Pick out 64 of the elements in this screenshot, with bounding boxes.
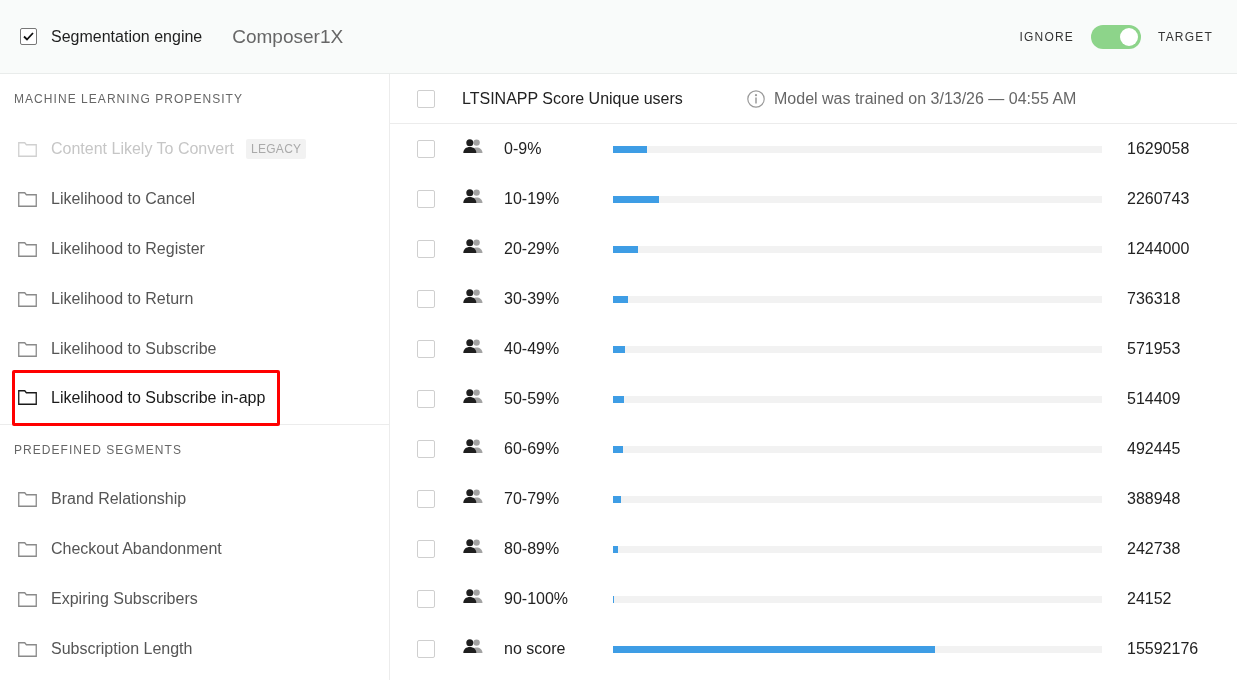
users-icon	[463, 289, 483, 303]
users-icon	[463, 589, 483, 603]
score-range: 70-79%	[504, 490, 561, 508]
engine-label: Segmentation engine	[51, 27, 203, 46]
folder-icon	[18, 191, 37, 207]
score-range: 0-9%	[504, 140, 543, 158]
users-icon	[463, 189, 483, 203]
legacy-tag: LEGACY	[245, 139, 307, 159]
info-icon	[747, 89, 765, 108]
folder-icon	[18, 491, 37, 507]
table-title: LTSINAPP Score Unique users	[462, 89, 684, 108]
target-label: TARGET	[1158, 29, 1213, 44]
model-note: Model was trained on 3/13/26 — 04:55 AM	[774, 89, 1077, 108]
score-range: 30-39%	[504, 290, 561, 308]
score-range: 60-69%	[504, 440, 561, 458]
folder-icon	[18, 390, 37, 405]
score-range: no score	[504, 640, 567, 658]
checkbox[interactable]	[20, 28, 37, 45]
user-count: 1629058	[1127, 140, 1190, 158]
sidebar-item[interactable]: Checkout Abandonment	[12, 524, 237, 574]
sidebar-item[interactable]: Expiring Subscribers	[12, 574, 213, 624]
user-count: 514409	[1127, 390, 1181, 408]
users-icon	[463, 339, 483, 353]
user-count: 242738	[1127, 540, 1181, 558]
ignore-label: IGNORE	[1019, 29, 1074, 44]
section-heading: MACHINE LEARNING PROPENSITY	[13, 91, 245, 108]
score-range: 80-89%	[504, 540, 561, 558]
users-icon	[463, 639, 483, 653]
sidebar-item[interactable]: Likelihood to Register	[12, 224, 220, 274]
user-count: 736318	[1127, 290, 1181, 308]
folder-icon	[18, 591, 37, 607]
engine-name: Composer1X	[232, 25, 344, 48]
folder-icon	[18, 541, 37, 557]
toggle-switch[interactable]	[1091, 24, 1141, 49]
sidebar-item[interactable]: Subscription Length	[12, 624, 208, 674]
checkmark-icon	[23, 32, 34, 41]
users-icon	[463, 539, 483, 553]
folder-icon	[18, 241, 37, 257]
user-count: 571953	[1127, 340, 1181, 358]
folder-icon	[18, 341, 37, 357]
section-heading: PREDEFINED SEGMENTS	[13, 441, 183, 459]
score-range: 90-100%	[504, 590, 570, 608]
sidebar-item[interactable]: Brand Relationship	[12, 474, 202, 524]
score-range: 40-49%	[504, 340, 561, 358]
user-count: 1244000	[1127, 240, 1190, 258]
sidebar-item[interactable]: Likelihood to Return	[12, 274, 209, 324]
user-count: 24152	[1127, 590, 1172, 608]
sidebar-item[interactable]: Likelihood to Subscribe in-app	[12, 369, 281, 426]
user-count: 15592176	[1127, 640, 1199, 658]
sidebar-item[interactable]: Likelihood to Cancel	[12, 174, 211, 224]
user-count: 2260743	[1127, 190, 1190, 208]
folder-icon	[18, 291, 37, 307]
user-count: 492445	[1127, 440, 1181, 458]
score-range: 10-19%	[504, 190, 561, 208]
users-icon	[463, 239, 483, 253]
score-range: 20-29%	[504, 240, 561, 258]
users-icon	[463, 489, 483, 503]
users-icon	[463, 439, 483, 453]
folder-icon	[18, 141, 37, 157]
folder-icon	[18, 641, 37, 657]
score-range: 50-59%	[504, 390, 561, 408]
users-icon	[463, 389, 483, 403]
user-count: 388948	[1127, 490, 1181, 508]
users-icon	[463, 139, 483, 153]
